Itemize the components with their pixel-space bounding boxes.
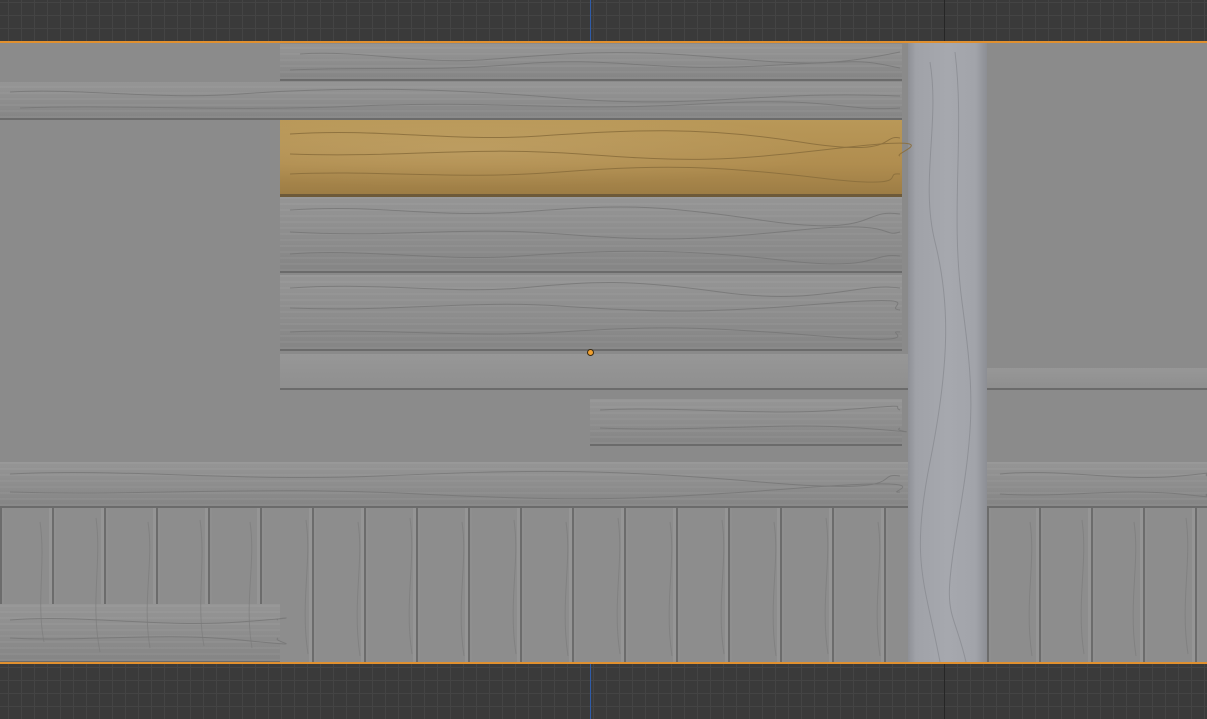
- plank-middle-2[interactable]: [280, 275, 902, 351]
- plank-middle-1[interactable]: [280, 197, 902, 273]
- 2d-cursor-icon[interactable]: [587, 349, 594, 356]
- texture-region-right: [987, 42, 1207, 369]
- plank-short[interactable]: [590, 399, 902, 446]
- vertical-planks-right[interactable]: [987, 508, 1207, 663]
- plank-lower-long[interactable]: [0, 462, 910, 508]
- y-axis-line-bottom: [590, 663, 591, 719]
- viewport-grid-top[interactable]: [0, 0, 1207, 42]
- tile-boundary-line-top: [944, 0, 945, 42]
- texture-region-mid-left: [0, 120, 280, 355]
- plank-bottom-left[interactable]: [0, 604, 280, 663]
- texture-region-lower-left: [0, 354, 280, 463]
- texture-image-area[interactable]: [0, 42, 1207, 663]
- viewport-grid-bottom[interactable]: [0, 663, 1207, 719]
- texture-region-top-left: [0, 42, 280, 83]
- image-bounds-bottom: [0, 662, 1207, 664]
- plank-top-1[interactable]: [280, 44, 902, 81]
- plank-right-1[interactable]: [987, 368, 1207, 390]
- texture-region-right-lower: [987, 390, 1207, 463]
- plank-right-2[interactable]: [987, 462, 1207, 508]
- plank-top-2[interactable]: [0, 82, 902, 120]
- y-axis-line-top: [590, 0, 591, 42]
- plank-middle-3[interactable]: [280, 354, 910, 390]
- plank-selected[interactable]: [280, 120, 902, 197]
- image-bounds-top: [0, 41, 1207, 43]
- vertical-post[interactable]: [908, 42, 987, 663]
- tile-boundary-line-bottom: [944, 663, 945, 719]
- texture-region-lower-center: [280, 390, 590, 463]
